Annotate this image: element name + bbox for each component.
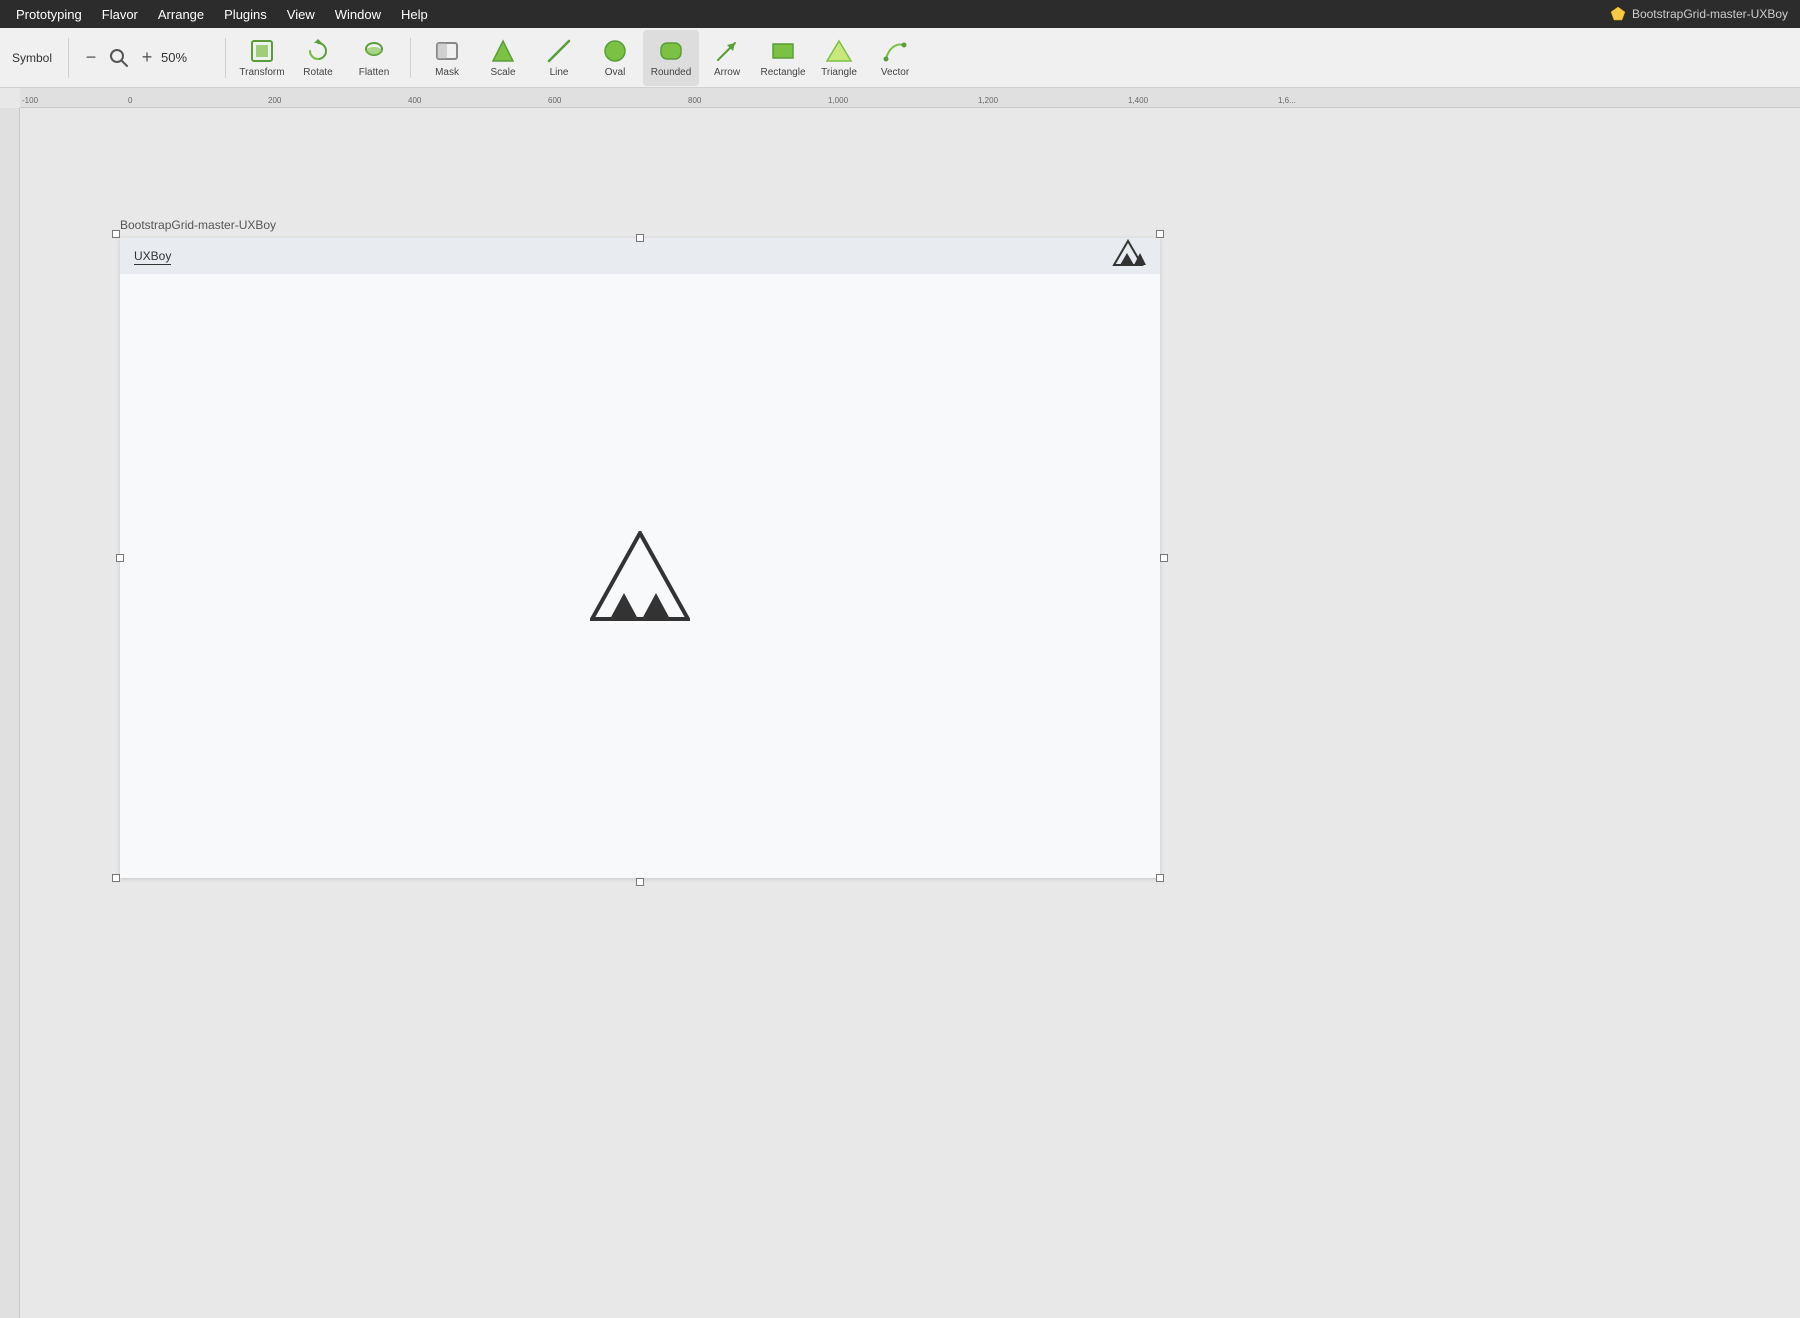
ruler-mark-600: 600 (548, 96, 561, 105)
tool-rounded[interactable]: Rounded (643, 30, 699, 86)
menu-window[interactable]: Window (327, 5, 389, 24)
cursor-pointer (20, 208, 21, 235)
handle-mid-left[interactable] (116, 554, 124, 562)
ruler-horizontal: -100 0 200 400 600 800 1,000 1,200 1,400… (20, 88, 1800, 108)
line-label: Line (550, 67, 569, 78)
canvas-area[interactable]: BootstrapGrid-master-UXBoy UXBoy (20, 108, 1800, 1318)
tool-mask[interactable]: Mask (419, 30, 475, 86)
zoom-in-button[interactable]: + (137, 48, 157, 68)
vector-label: Vector (881, 67, 909, 78)
zoom-icon (107, 46, 131, 70)
file-title: BootstrapGrid-master-UXBoy (1632, 7, 1788, 21)
tool-scale[interactable]: Scale (475, 30, 531, 86)
zoom-out-button[interactable]: − (81, 48, 101, 68)
handle-top-mid[interactable] (636, 234, 644, 242)
tool-transform[interactable]: Transform (234, 30, 290, 86)
tool-rectangle[interactable]: Rectangle (755, 30, 811, 86)
flatten-icon (360, 37, 388, 65)
scale-icon (489, 37, 517, 65)
menu-arrange[interactable]: Arrange (150, 5, 212, 24)
ruler-mark-1000: 1,000 (828, 96, 848, 105)
menu-plugins[interactable]: Plugins (216, 5, 275, 24)
triangle-icon (825, 37, 853, 65)
rotate-label: Rotate (303, 67, 332, 78)
toolbar-zoom: − + 50% (81, 46, 197, 70)
uxboy-center-logo (590, 531, 690, 621)
menu-flavor[interactable]: Flavor (94, 5, 146, 24)
flatten-label: Flatten (359, 67, 390, 78)
artboard-inner-title: UXBoy (134, 247, 171, 265)
handle-top-right[interactable] (1156, 230, 1164, 238)
artboard-header: UXBoy (120, 238, 1160, 274)
ruler-mark-1200: 1,200 (978, 96, 998, 105)
toolbar: Symbol − + 50% Transform Rotate (0, 28, 1800, 88)
oval-icon (601, 37, 629, 65)
mask-label: Mask (435, 67, 459, 78)
toolbar-divider-1 (68, 38, 69, 78)
artboard-label: BootstrapGrid-master-UXBoy (120, 218, 1160, 232)
sketch-logo-icon (1610, 6, 1626, 22)
ruler-mark-800: 800 (688, 96, 701, 105)
ruler-vertical (0, 108, 20, 1318)
artboard-wrapper[interactable]: UXBoy (120, 238, 1160, 878)
transform-icon (248, 37, 276, 65)
oval-label: Oval (605, 67, 626, 78)
tool-rotate[interactable]: Rotate (290, 30, 346, 86)
menu-view[interactable]: View (279, 5, 323, 24)
artboard-logo-icon (1110, 239, 1146, 274)
zoom-level: 50% (161, 50, 197, 65)
menu-bar: Prototyping Flavor Arrange Plugins View … (0, 0, 1800, 28)
tool-flatten[interactable]: Flatten (346, 30, 402, 86)
rounded-label: Rounded (651, 67, 692, 78)
artboard-title-text: UXBoy (134, 249, 171, 265)
ruler-mark-200: 200 (268, 96, 281, 105)
scale-label: Scale (491, 67, 516, 78)
ruler-mark-1600: 1,6... (1278, 96, 1296, 105)
handle-bottom-left[interactable] (112, 874, 120, 882)
ruler-mark-neg100: -100 (22, 96, 38, 105)
toolbar-left: Symbol − + 50% (12, 38, 197, 78)
tool-arrow[interactable]: Arrow (699, 30, 755, 86)
triangle-label: Triangle (821, 67, 857, 78)
rectangle-icon (769, 37, 797, 65)
artboard-content (120, 274, 1160, 878)
artboard[interactable]: UXBoy (120, 238, 1160, 878)
arrow-label: Arrow (714, 67, 740, 78)
handle-mid-right[interactable] (1160, 554, 1168, 562)
arrow-icon (713, 37, 741, 65)
ruler-mark-1400: 1,400 (1128, 96, 1148, 105)
transform-label: Transform (239, 67, 284, 78)
line-icon (545, 37, 573, 65)
handle-top-left[interactable] (112, 230, 120, 238)
ruler-mark-400: 400 (408, 96, 421, 105)
tool-vector[interactable]: Vector (867, 30, 923, 86)
handle-bottom-right[interactable] (1156, 874, 1164, 882)
vector-icon (881, 37, 909, 65)
symbol-label: Symbol (12, 51, 52, 65)
menu-help[interactable]: Help (393, 5, 436, 24)
tool-line[interactable]: Line (531, 30, 587, 86)
ruler-mark-0: 0 (128, 96, 132, 105)
toolbar-divider-2 (225, 38, 226, 78)
rectangle-label: Rectangle (761, 67, 806, 78)
mask-icon (433, 37, 461, 65)
toolbar-divider-3 (410, 38, 411, 78)
artboard-label-area: BootstrapGrid-master-UXBoy UXBoy (120, 218, 1160, 883)
rounded-icon (657, 37, 685, 65)
menu-prototyping[interactable]: Prototyping (8, 5, 90, 24)
tool-oval[interactable]: Oval (587, 30, 643, 86)
rotate-icon (304, 37, 332, 65)
handle-bottom-mid[interactable] (636, 878, 644, 886)
tool-triangle[interactable]: Triangle (811, 30, 867, 86)
